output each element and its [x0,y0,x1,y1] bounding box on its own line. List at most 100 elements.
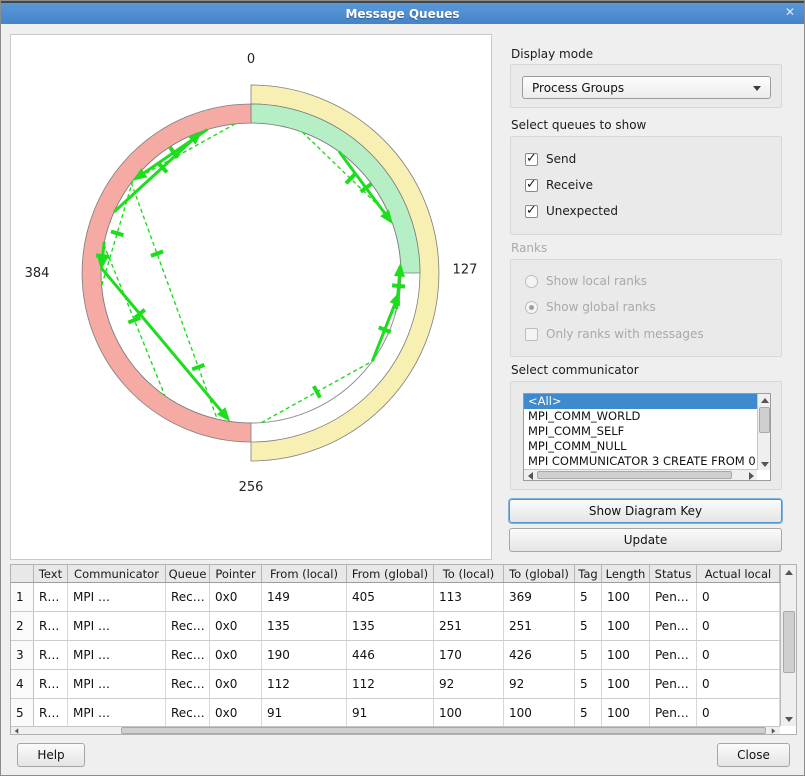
communicator-item[interactable]: <All> [524,394,757,409]
column-header-actual-local[interactable]: Actual local [697,565,780,582]
radio-show-global-ranks[interactable]: Show global ranks [525,298,656,316]
checkbox-only-ranks-with-messages[interactable]: Only ranks with messages [525,325,704,343]
table-cell: 0x0 [210,641,262,669]
message-tick [128,318,140,323]
table-cell: Pen… [650,612,697,640]
column-header-communicator[interactable]: Communicator [68,565,166,582]
hscroll-thumb[interactable] [537,471,732,479]
table-cell: 251 [504,612,575,640]
table-cell: 0x0 [210,699,262,727]
show-diagram-key-button[interactable]: Show Diagram Key [509,499,782,523]
table-hscrollbar[interactable] [11,726,780,734]
communicator-item[interactable]: MPI_COMM_WORLD [524,409,757,424]
table-row[interactable]: 4R…MPI …Rec…0x011211292925100Pen…0 [11,670,780,699]
communicator-item[interactable]: MPI COMMUNICATOR 3 CREATE FROM 0 [524,454,757,469]
titlebar[interactable]: Message Queues ✕ [1,3,804,24]
scroll-up-icon[interactable] [781,565,797,579]
close-button[interactable]: Close [717,743,790,767]
table-cell: MPI … [68,670,166,698]
column-header-tag[interactable]: Tag [575,565,602,582]
vscroll-thumb[interactable] [783,611,795,673]
scroll-left-icon[interactable] [524,470,536,481]
column-header-text[interactable]: Text [34,565,68,582]
check-icon: ✓ [526,203,537,218]
checkbox-icon[interactable] [525,328,538,341]
table-cell: 251 [434,612,504,640]
radio-icon[interactable] [525,301,538,314]
communicator-hscrollbar[interactable] [524,469,757,480]
checkbox-send[interactable]: ✓Send [525,150,576,168]
table-cell: 100 [602,583,650,611]
column-header-queue[interactable]: Queue [166,565,210,582]
queues-label: Select queues to show [511,118,646,132]
message-table: TextCommunicatorQueuePointerFrom (local)… [10,564,797,735]
option-label: Only ranks with messages [546,327,704,341]
table-cell: 190 [262,641,347,669]
table-cell: 0 [697,612,780,640]
radio-icon[interactable] [525,275,538,288]
column-header-to-local[interactable]: To (local) [434,565,504,582]
scroll-up-icon[interactable] [758,394,771,406]
table-header-row: TextCommunicatorQueuePointerFrom (local)… [11,565,780,583]
table-cell: 0 [697,583,780,611]
table-cell: 112 [262,670,347,698]
option-label: Unexpected [546,204,618,218]
close-window-icon[interactable]: ✕ [785,5,795,19]
table-cell: 426 [504,641,575,669]
vscroll-thumb[interactable] [759,407,770,433]
scroll-right-icon[interactable] [745,470,757,481]
table-row[interactable]: 3R…MPI …Rec…0x01904461704265100Pen…0 [11,641,780,670]
checkbox-icon[interactable]: ✓ [525,179,538,192]
table-cell: Rec… [166,583,210,611]
table-cell: 3 [11,641,34,669]
checkbox-unexpected[interactable]: ✓ Unexpected [525,202,618,220]
radio-show-local-ranks[interactable]: Show local ranks [525,272,647,290]
ranks-group: Show local ranks Show global ranks Only ra… [510,259,782,357]
checkbox-receive[interactable]: ✓Receive [525,176,593,194]
checkbox-icon[interactable]: ✓ [525,153,538,166]
column-header-to-global[interactable]: To (global) [504,565,575,582]
table-cell: Pen… [650,583,697,611]
scroll-down-icon[interactable] [781,712,797,726]
column-header-status[interactable]: Status [650,565,697,582]
table-cell: 5 [575,641,602,669]
communicator-group: <All>MPI_COMM_WORLDMPI_COMM_SELFMPI_COMM… [510,381,782,490]
communicator-item[interactable]: MPI_COMM_NULL [524,439,757,454]
table-cell: R… [34,612,68,640]
hscroll-thumb[interactable] [121,727,766,734]
column-header-pointer[interactable]: Pointer [210,565,262,582]
message-tick [379,327,391,332]
scroll-left-icon[interactable] [11,727,21,734]
table-cell: 100 [602,612,650,640]
option-label: Show local ranks [546,274,647,288]
scroll-down-icon[interactable] [758,458,771,470]
display-mode-select[interactable]: Process Groups [522,76,771,99]
table-row[interactable]: 5R…MPI …Rec…0x091911001005100Pen…0 [11,699,780,728]
table-row[interactable]: 1R…MPI …Rec…0x01494051133695100Pen…0 [11,583,780,612]
column-header-from-local[interactable]: From (local) [262,565,347,582]
column-header-length[interactable]: Length [602,565,650,582]
table-cell: Pen… [650,670,697,698]
message-ring-diagram-panel: 0127256384 [10,34,492,560]
table-cell: 0x0 [210,670,262,698]
table-row[interactable]: 2R…MPI …Rec…0x01351352512515100Pen…0 [11,612,780,641]
help-button[interactable]: Help [17,743,85,767]
table-cell: Pen… [650,641,697,669]
communicator-list[interactable]: <All>MPI_COMM_WORLDMPI_COMM_SELFMPI_COMM… [523,393,771,481]
table-cell: R… [34,670,68,698]
checkbox-icon[interactable]: ✓ [525,205,538,218]
communicator-vscrollbar[interactable] [757,394,770,470]
table-vscrollbar[interactable] [780,565,796,726]
table-cell: 100 [504,699,575,727]
communicator-item[interactable]: MPI_COMM_SELF [524,424,757,439]
update-button[interactable]: Update [509,528,782,552]
column-header-from-global[interactable]: From (global) [347,565,434,582]
option-label: Show global ranks [546,300,656,314]
message-queues-dialog: Message Queues ✕ 0127256384 Display mode… [0,0,805,776]
display-mode-label: Display mode [511,47,593,61]
column-header-rownum[interactable] [11,565,34,582]
display-mode-value: Process Groups [532,81,624,95]
scroll-right-icon[interactable] [768,727,778,734]
table-cell: 0 [697,641,780,669]
check-icon: ✓ [526,151,537,166]
